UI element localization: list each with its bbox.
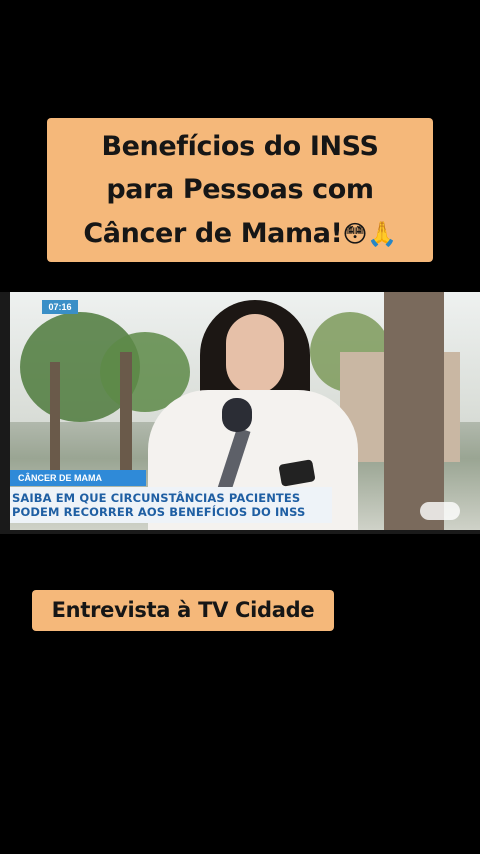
- emoji-flushed-praying-icon: 😳🙏: [342, 220, 397, 248]
- tv-clock: 07:16: [42, 300, 78, 314]
- tv-broadcast-frame: 07:16 CÂNCER DE MAMA SAIBA EM QUE CIRCUN…: [0, 292, 480, 534]
- title-line-3-text: Câncer de Mama!: [83, 218, 343, 249]
- tv-headline-line-2: PODEM RECORRER AOS BENEFÍCIOS DO INSS: [12, 505, 306, 519]
- reporter-face: [226, 314, 284, 394]
- tv-headline-line-1: SAIBA EM QUE CIRCUNSTÂNCIAS PACIENTES: [12, 491, 301, 505]
- tv-headline-bar: SAIBA EM QUE CIRCUNSTÂNCIAS PACIENTES PO…: [10, 487, 332, 523]
- channel-logo-icon: [420, 502, 460, 520]
- microphone-icon: [222, 398, 252, 432]
- title-line-3: Câncer de Mama!😳🙏: [47, 216, 433, 252]
- caption-label: Entrevista à TV Cidade: [51, 598, 315, 622]
- title-line-2: para Pessoas com: [106, 174, 374, 205]
- caption-overlay: Entrevista à TV Cidade: [32, 590, 334, 631]
- scene-tree-trunk: [120, 352, 132, 482]
- scene-tree-trunk: [50, 362, 60, 472]
- tv-screen: 07:16 CÂNCER DE MAMA SAIBA EM QUE CIRCUN…: [10, 292, 480, 530]
- title-line-1: Benefícios do INSS: [101, 131, 379, 162]
- scene-tree-trunk: [384, 292, 444, 530]
- tv-topic-tag: CÂNCER DE MAMA: [10, 470, 146, 486]
- title-overlay: Benefícios do INSS para Pessoas com Cânc…: [47, 118, 433, 262]
